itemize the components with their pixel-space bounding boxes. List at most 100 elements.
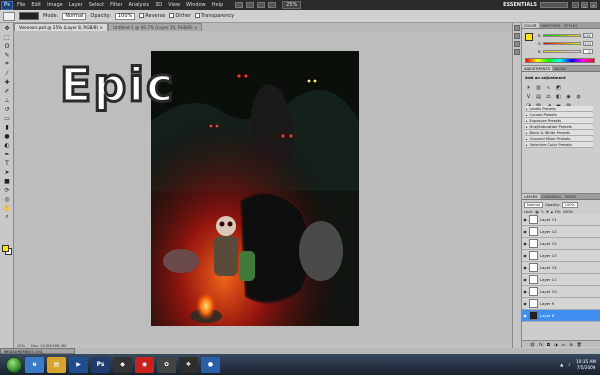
history-panel-icon[interactable] bbox=[514, 25, 520, 31]
minibridge-icon[interactable] bbox=[246, 2, 255, 8]
app3-taskbar-icon[interactable]: ❖ bbox=[179, 356, 198, 373]
artwork-canvas[interactable] bbox=[151, 51, 359, 326]
tab-channels[interactable]: CHANNELS bbox=[540, 194, 564, 199]
marquee-tool-icon[interactable]: ⬚ bbox=[2, 33, 12, 41]
reverse-checkbox[interactable] bbox=[139, 13, 145, 18]
zoom-level[interactable]: 25% bbox=[282, 1, 302, 9]
type-tool-icon[interactable]: T bbox=[2, 159, 12, 167]
crop-tool-icon[interactable]: ⌗ bbox=[2, 60, 12, 68]
menu-3d[interactable]: 3D bbox=[155, 2, 162, 8]
minimize-icon[interactable]: – bbox=[572, 2, 579, 8]
blue-value[interactable]: 0 bbox=[582, 49, 593, 54]
eye-icon[interactable]: ◉ bbox=[522, 289, 528, 294]
layer-row[interactable]: ◉ Layer 9 bbox=[522, 298, 600, 310]
red-slider[interactable] bbox=[542, 34, 581, 37]
photo-filter-icon[interactable]: ◉ bbox=[565, 93, 572, 100]
app4-taskbar-icon[interactable]: ● bbox=[201, 356, 220, 373]
explorer-taskbar-icon[interactable]: ▤ bbox=[47, 356, 66, 373]
link-layers-icon[interactable]: ⛓ bbox=[530, 342, 535, 347]
green-slider[interactable] bbox=[542, 42, 581, 45]
tab-paths[interactable]: PATHS bbox=[563, 194, 578, 199]
eye-icon[interactable]: ◉ bbox=[522, 277, 528, 282]
move-tool-icon[interactable]: ✥ bbox=[2, 24, 12, 32]
eye-icon[interactable]: ◉ bbox=[522, 265, 528, 270]
reverse-option[interactable]: Reverse bbox=[139, 13, 165, 19]
hand-icon[interactable] bbox=[257, 2, 266, 8]
dither-option[interactable]: Dither bbox=[169, 13, 191, 19]
path-select-tool-icon[interactable]: ➤ bbox=[2, 168, 12, 176]
eye-icon[interactable]: ◉ bbox=[522, 229, 528, 234]
brushes-panel-icon[interactable] bbox=[514, 41, 520, 47]
dodge-tool-icon[interactable]: ◐ bbox=[2, 141, 12, 149]
menu-view[interactable]: View bbox=[168, 2, 180, 8]
tab-layers[interactable]: LAYERS bbox=[522, 194, 540, 199]
delete-layer-icon[interactable]: 🗑︎ bbox=[577, 342, 582, 347]
layer-opacity-input[interactable]: 100% bbox=[561, 202, 579, 208]
app-taskbar-icon[interactable]: ◆ bbox=[113, 356, 132, 373]
blend-mode-select[interactable]: Normal bbox=[524, 202, 544, 208]
eye-icon[interactable]: ◉ bbox=[522, 217, 528, 222]
vibrance-icon[interactable]: V bbox=[525, 93, 532, 100]
start-button[interactable] bbox=[6, 356, 22, 373]
maximize-icon[interactable]: □ bbox=[581, 2, 588, 8]
clone-source-panel-icon[interactable] bbox=[514, 49, 520, 55]
add-mask-icon[interactable]: ◘ bbox=[547, 342, 550, 347]
workspace-switcher[interactable]: ESSENTIALS bbox=[503, 2, 537, 8]
healing-tool-icon[interactable]: ✚ bbox=[2, 78, 12, 86]
eye-icon[interactable]: ◉ bbox=[522, 241, 528, 246]
3d-rotate-tool-icon[interactable]: ⟳ bbox=[2, 186, 12, 194]
actions-panel-icon[interactable] bbox=[514, 33, 520, 39]
3d-orbit-tool-icon[interactable]: ◎ bbox=[2, 195, 12, 203]
close-icon[interactable]: × bbox=[590, 2, 597, 8]
gradient-tool-icon[interactable]: ▮ bbox=[2, 123, 12, 131]
tab-adjustments[interactable]: ADJUSTMENTS bbox=[522, 66, 552, 71]
eye-icon[interactable]: ◉ bbox=[522, 301, 528, 306]
history-brush-tool-icon[interactable]: ↺ bbox=[2, 105, 12, 113]
color-balance-icon[interactable]: ⚖ bbox=[545, 93, 552, 100]
lasso-tool-icon[interactable]: ʘ bbox=[2, 42, 12, 50]
tab-masks[interactable]: MASKS bbox=[552, 66, 568, 71]
adjustment-layer-icon[interactable]: ◑ bbox=[554, 342, 558, 347]
foreground-color-chip[interactable] bbox=[525, 33, 533, 41]
ie-taskbar-icon[interactable]: e bbox=[25, 356, 44, 373]
shape-tool-icon[interactable]: ■ bbox=[2, 177, 12, 185]
app2-taskbar-icon[interactable]: ✿ bbox=[157, 356, 176, 373]
menu-filter[interactable]: Filter bbox=[110, 2, 122, 8]
menu-layer[interactable]: Layer bbox=[69, 2, 83, 8]
new-group-icon[interactable]: ▭ bbox=[562, 342, 566, 347]
brush-tool-icon[interactable]: ✐ bbox=[2, 87, 12, 95]
levels-icon[interactable]: ▥ bbox=[535, 84, 542, 91]
blur-tool-icon[interactable]: ● bbox=[2, 132, 12, 140]
curves-icon[interactable]: ∿ bbox=[545, 84, 552, 91]
layer-row[interactable]: ◉ Layer 10 bbox=[522, 286, 600, 298]
menu-file[interactable]: File bbox=[17, 2, 25, 8]
eyedropper-tool-icon[interactable]: ⁄ bbox=[2, 69, 12, 77]
layer-row[interactable]: ◉ Layer 14 bbox=[522, 262, 600, 274]
layer-style-icon[interactable]: fx bbox=[539, 342, 543, 347]
eye-icon[interactable]: ◉ bbox=[522, 253, 528, 258]
layer-row[interactable]: ◉ Layer 15 bbox=[522, 238, 600, 250]
layer-row[interactable]: ◉ Layer 11 bbox=[522, 274, 600, 286]
clone-stamp-tool-icon[interactable]: ⊥ bbox=[2, 96, 12, 104]
zoom-tool-icon[interactable] bbox=[268, 2, 277, 8]
blue-slider[interactable] bbox=[542, 50, 581, 53]
menu-analysis[interactable]: Analysis bbox=[129, 2, 150, 8]
quick-select-tool-icon[interactable]: ✎ bbox=[2, 51, 12, 59]
layer-row-selected[interactable]: ◉ Layer 8 bbox=[522, 310, 600, 322]
layer-row[interactable]: ◉ Layer 11 bbox=[522, 214, 600, 226]
search-input[interactable] bbox=[540, 2, 568, 8]
black-white-icon[interactable]: ◧ bbox=[555, 93, 562, 100]
exposure-icon[interactable]: ◩ bbox=[555, 84, 562, 91]
menu-help[interactable]: Help bbox=[212, 2, 223, 8]
tab-styles[interactable]: STYLES bbox=[562, 23, 579, 28]
pen-tool-icon[interactable]: ✒ bbox=[2, 150, 12, 158]
menu-image[interactable]: Image bbox=[47, 2, 63, 8]
red-app-taskbar-icon[interactable]: ◉ bbox=[135, 356, 154, 373]
foreground-color-swatch[interactable] bbox=[2, 245, 9, 252]
hand-tool-icon[interactable]: ✋ bbox=[2, 204, 12, 212]
network-icon[interactable]: ▲ bbox=[560, 362, 565, 367]
menu-select[interactable]: Select bbox=[89, 2, 104, 8]
eye-icon[interactable]: ◉ bbox=[522, 313, 528, 318]
red-value[interactable]: 226 bbox=[582, 33, 593, 38]
tab-swatches[interactable]: SWATCHES bbox=[539, 23, 563, 28]
